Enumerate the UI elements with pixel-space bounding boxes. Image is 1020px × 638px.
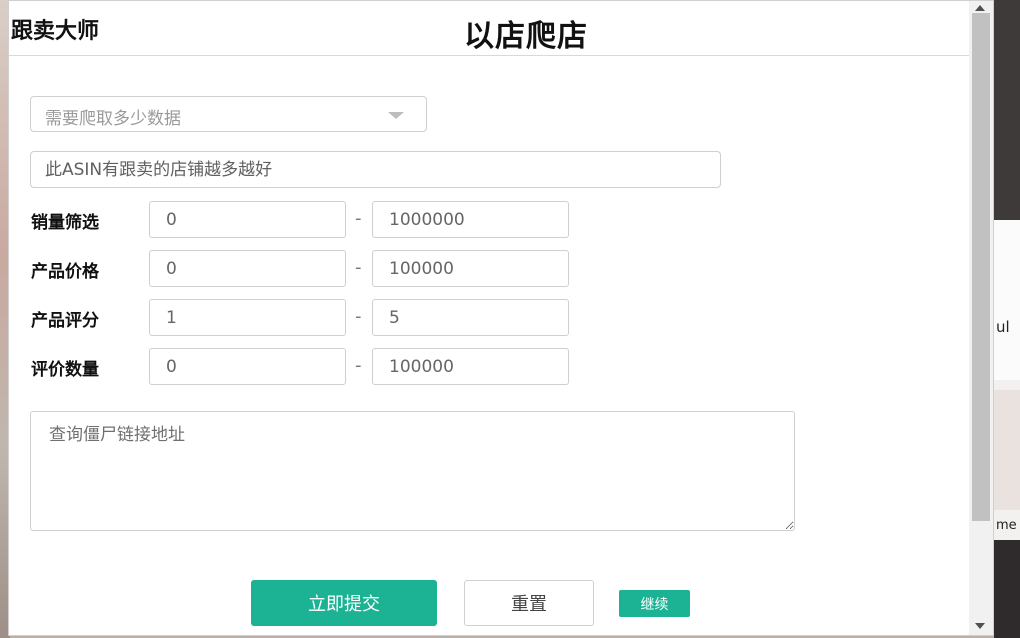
chevron-down-icon	[388, 112, 404, 119]
price-min-input[interactable]	[149, 250, 346, 287]
sales-min-input[interactable]	[149, 201, 346, 238]
sales-filter-label: 销量筛选	[31, 213, 99, 233]
review-count-min-input[interactable]	[149, 348, 346, 385]
range-separator: -	[355, 306, 362, 327]
background-page-right: ul me	[994, 0, 1020, 638]
page-title: 以店爬店	[464, 19, 588, 54]
reset-button[interactable]: 重置	[464, 580, 594, 626]
scroll-thumb[interactable]	[972, 13, 990, 521]
range-separator: -	[355, 257, 362, 278]
sales-max-input[interactable]	[372, 201, 569, 238]
quantity-select[interactable]: 需要爬取多少数据	[30, 96, 427, 132]
brand-name: 跟卖大师	[11, 19, 100, 44]
rating-filter-label: 产品评分	[31, 311, 99, 331]
crawl-popup: 跟卖大师 以店爬店 需要爬取多少数据 销量筛选 - 产品价格 - 产品评分 - …	[8, 0, 994, 636]
popup-header: 跟卖大师 以店爬店	[9, 1, 969, 56]
background-text: ul	[996, 318, 1010, 336]
vertical-scrollbar[interactable]	[969, 1, 993, 635]
background-text: me	[996, 518, 1017, 533]
submit-button[interactable]: 立即提交	[251, 580, 437, 626]
scroll-up-icon[interactable]	[975, 5, 985, 11]
continue-button[interactable]: 继续	[619, 590, 690, 617]
scroll-down-icon[interactable]	[975, 623, 985, 629]
range-separator: -	[355, 355, 362, 376]
zombie-links-textarea[interactable]	[30, 411, 795, 531]
price-filter-label: 产品价格	[31, 262, 99, 282]
review-count-filter-label: 评价数量	[31, 360, 99, 380]
rating-min-input[interactable]	[149, 299, 346, 336]
quantity-select-value: 需要爬取多少数据	[45, 109, 181, 129]
review-count-max-input[interactable]	[372, 348, 569, 385]
asin-input[interactable]	[30, 151, 721, 188]
price-max-input[interactable]	[372, 250, 569, 287]
range-separator: -	[355, 208, 362, 229]
rating-max-input[interactable]	[372, 299, 569, 336]
